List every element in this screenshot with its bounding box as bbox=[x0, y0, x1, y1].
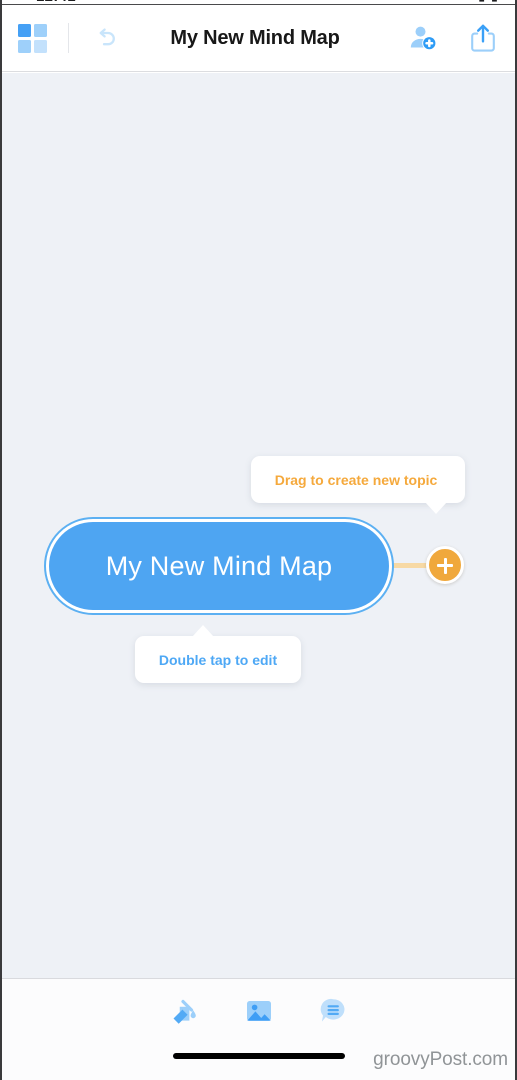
tooltip-edit-label: Double tap to edit bbox=[158, 651, 278, 668]
toolbar-items bbox=[2, 989, 515, 1033]
header-actions bbox=[407, 22, 499, 54]
home-indicator bbox=[172, 1053, 345, 1059]
app-header: My New Mind Map bbox=[2, 5, 515, 72]
page-title: My New Mind Map bbox=[170, 26, 340, 49]
root-node-body[interactable]: My New Mind Map bbox=[49, 522, 389, 610]
grid-view-icon[interactable] bbox=[18, 24, 47, 53]
root-node-label: My New Mind Map bbox=[105, 550, 333, 581]
tooltip-drag-label: Drag to create new topic bbox=[274, 471, 438, 488]
note-button[interactable] bbox=[311, 989, 355, 1033]
grid-cell-3 bbox=[18, 39, 31, 53]
image-icon bbox=[246, 1001, 271, 1021]
paint-bucket-icon bbox=[173, 999, 196, 1024]
tooltip-drag-to-create: Drag to create new topic bbox=[251, 456, 465, 514]
phone-screen: 12:41 ● ▮ ▮ My New Mind Map bbox=[0, 0, 517, 1080]
header-divider bbox=[68, 23, 69, 53]
grid-cell-4 bbox=[33, 39, 47, 53]
add-collaborator-button[interactable] bbox=[407, 22, 439, 54]
add-collaborator-icon bbox=[410, 26, 437, 51]
image-button[interactable] bbox=[237, 989, 281, 1033]
root-node[interactable]: My New Mind Map bbox=[44, 517, 394, 615]
mindmap-canvas[interactable]: My New Mind Map Drag to create new topic… bbox=[2, 73, 515, 978]
grid-cell-2 bbox=[33, 24, 47, 37]
bottom-toolbar: groovyPost.com bbox=[2, 978, 515, 1080]
tooltip-double-tap-edit: Double tap to edit bbox=[135, 625, 301, 683]
add-topic-button[interactable] bbox=[426, 546, 464, 584]
watermark: groovyPost.com bbox=[373, 1049, 508, 1070]
share-upload-icon bbox=[471, 24, 495, 52]
grid-cell-1 bbox=[18, 24, 31, 37]
share-button[interactable] bbox=[467, 22, 499, 54]
style-button[interactable] bbox=[163, 989, 207, 1033]
note-bubble-icon bbox=[320, 998, 344, 1022]
